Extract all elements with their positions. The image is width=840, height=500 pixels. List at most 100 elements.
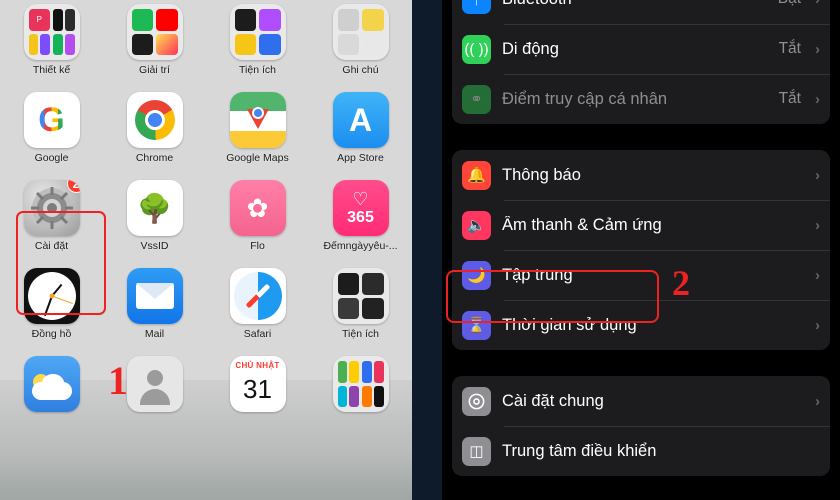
chevron-right-icon: › (815, 266, 820, 284)
mini-icon (337, 297, 359, 319)
folder-icon (332, 4, 389, 60)
app-label: Giải trí (139, 64, 170, 76)
home-app-dong-ho[interactable]: Đồng hồ (0, 264, 103, 352)
home-app-folder-extra[interactable] (309, 352, 412, 440)
app-store-icon: A (332, 92, 389, 148)
settings-row-bluetooth[interactable]: ᛏ Bluetooth Bật › (452, 0, 830, 24)
flo-icon: ✿ (229, 180, 286, 236)
mini-icon (349, 361, 359, 383)
app-label: Cài đặt (34, 240, 69, 252)
home-app-vssid[interactable]: 🌳 VssID (103, 176, 206, 264)
settings-gear-icon: 2 (23, 180, 80, 236)
settings-row-control-center[interactable]: ◫ Trung tâm điều khiển (452, 426, 830, 476)
counter-number: 365 (347, 209, 374, 226)
home-app-calendar[interactable]: CHỦ NHẬT 31 (206, 352, 309, 440)
settings-row-general[interactable]: Cài đặt chung › (452, 376, 830, 426)
chevron-right-icon: › (815, 90, 820, 108)
chevron-right-icon: › (815, 316, 820, 334)
home-app-app-store[interactable]: A App Store (309, 88, 412, 176)
home-app-google-maps[interactable]: Google Maps (206, 88, 309, 176)
chevron-right-icon: › (815, 216, 820, 234)
settings-row-sound-haptics[interactable]: 🔈 Âm thanh & Cảm ứng › (452, 200, 830, 250)
home-app-tien-ich-2[interactable]: Tiện ích (309, 264, 412, 352)
settings-group-general: Cài đặt chung › ◫ Trung tâm điều khiển (452, 376, 830, 476)
home-app-tien-ich[interactable]: Tiện ích (206, 0, 309, 88)
mini-icon (362, 33, 384, 55)
mini-icon (337, 9, 359, 31)
mini-icon (362, 297, 384, 319)
gear-icon (468, 393, 485, 409)
cellular-icon: (( )) (462, 34, 491, 64)
row-value: Tắt (778, 90, 801, 107)
home-app-weather[interactable] (0, 352, 103, 440)
mini-icon (362, 385, 372, 407)
row-title: Di động (502, 39, 559, 58)
home-app-giai-tri[interactable]: Giải trí (103, 0, 206, 88)
mini-icon (362, 9, 384, 31)
annotation-number-1: 1 (108, 358, 128, 403)
app-grid: P Thiết kế Giải trí Tiện ích Ghi chú G G… (0, 0, 412, 500)
chevron-right-icon: › (815, 40, 820, 58)
row-title: Trung tâm điều khiển (502, 441, 657, 460)
home-app-thiet-ke[interactable]: P Thiết kế (0, 0, 103, 88)
mini-icon (131, 9, 153, 31)
app-label: Mail (144, 328, 165, 340)
screen-time-icon: ⌛ (462, 310, 491, 340)
app-label: Tiện ích (342, 328, 379, 340)
home-app-dem-ngay-yeu[interactable]: ♡ 365 Đếmngàyyêu-... (309, 176, 412, 264)
home-app-flo[interactable]: ✿ Flo (206, 176, 309, 264)
clock-icon (23, 268, 80, 324)
google-icon: G (23, 92, 80, 148)
home-app-chrome[interactable]: Chrome (103, 88, 206, 176)
folder-icon: P (23, 4, 80, 60)
calendar-day: 31 (243, 374, 272, 404)
mini-icon (337, 273, 359, 295)
heart-icon: ♡ (352, 189, 369, 209)
row-value: Tắt (778, 40, 801, 57)
settings-row-focus[interactable]: 🌙 Tập trung › (452, 250, 830, 300)
mini-icon: P (28, 9, 50, 31)
app-label: Google (34, 152, 69, 164)
app-label: VssID (140, 240, 169, 252)
home-app-cai-dat[interactable]: 2 Cài đặt (0, 176, 103, 264)
mini-icon (259, 9, 281, 31)
row-value: Bật (778, 0, 801, 8)
home-app-ghi-chu[interactable]: Ghi chú (309, 0, 412, 88)
app-label: Google Maps (226, 152, 289, 164)
app-label: Safari (243, 328, 272, 340)
home-app-google[interactable]: G Google (0, 88, 103, 176)
app-label: Flo (250, 240, 265, 252)
contacts-icon (126, 356, 183, 412)
notifications-icon: 🔔 (462, 160, 491, 190)
settings-row-screen-time[interactable]: ⌛ Thời gian sử dụng › (452, 300, 830, 350)
sound-haptics-icon: 🔈 (462, 210, 491, 240)
mail-icon (126, 268, 183, 324)
chevron-right-icon: › (815, 0, 820, 8)
folder-icon (332, 268, 389, 324)
control-center-icon: ◫ (462, 436, 491, 466)
row-title: Thời gian sử dụng (502, 315, 637, 334)
chevron-right-icon: › (815, 392, 820, 410)
row-title: Thông báo (502, 165, 581, 184)
home-app-mail[interactable]: Mail (103, 264, 206, 352)
mini-icon (337, 361, 348, 383)
folder-icon (126, 4, 183, 60)
app-label: Tiện ích (239, 64, 276, 76)
general-icon (462, 386, 491, 416)
settings-row-notifications[interactable]: 🔔 Thông báo › (452, 150, 830, 200)
mini-icon (337, 33, 359, 55)
settings-row-cellular[interactable]: (( )) Di động Tắt › (452, 24, 830, 74)
settings-row-hotspot[interactable]: ⚭ Điểm truy cập cá nhân Tắt › (452, 74, 830, 124)
mini-icon (156, 33, 178, 55)
app-label: Thiết kế (32, 64, 71, 76)
settings-group-connectivity: ᛏ Bluetooth Bật › (( )) Di động Tắt › ⚭ … (452, 0, 830, 124)
mini-icon (337, 385, 348, 407)
home-app-safari[interactable]: Safari (206, 264, 309, 352)
focus-icon: 🌙 (462, 260, 491, 290)
hotspot-icon: ⚭ (462, 84, 491, 114)
mini-icon (373, 385, 384, 407)
row-title: Tập trung (502, 265, 573, 284)
vssid-icon: 🌳 (126, 180, 183, 236)
folder-icon (229, 4, 286, 60)
